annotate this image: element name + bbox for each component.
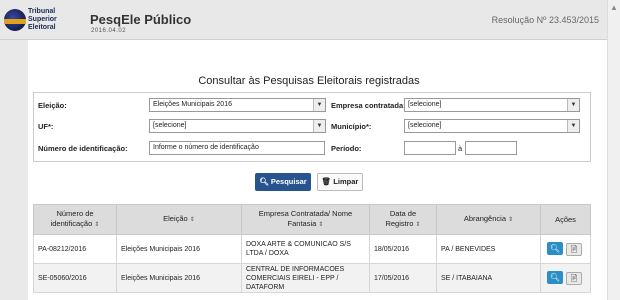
- empresa-label: Empresa contratada:: [331, 101, 406, 110]
- cell-acoes: 🔍︎ 📄︎: [540, 263, 591, 293]
- vertical-scrollbar[interactable]: ▲: [607, 0, 620, 300]
- cell-empresa-line1: CENTRAL DE INFORMACOES: [246, 265, 345, 273]
- search-button[interactable]: 🔍︎ Pesquisar: [255, 173, 311, 191]
- cell-numero: SE-05060/2016: [33, 263, 117, 293]
- main-content: Consultar às Pesquisas Eleitorais regist…: [28, 40, 607, 300]
- table-row: PA-08212/2016 Eleições Municipais 2016 D…: [33, 234, 591, 264]
- sort-icon: ⇕: [94, 222, 100, 228]
- clear-button[interactable]: 🗑︎ Limpar: [317, 173, 363, 191]
- search-button-label: Pesquisar: [270, 177, 307, 186]
- cell-eleicao: Eleições Municipais 2016: [116, 263, 242, 293]
- tse-logo-bar: [4, 19, 26, 24]
- col-eleicao-header[interactable]: Eleição ⇕: [116, 204, 242, 235]
- results-table: Número de identificação ⇕ Eleição ⇕ Empr…: [33, 204, 591, 293]
- logo-line-1: Tribunal: [28, 8, 56, 15]
- uf-label: UF*:: [38, 122, 54, 131]
- col-data-header[interactable]: Data de Registro ⇕: [369, 204, 437, 235]
- search-icon: 🔍︎: [549, 273, 561, 282]
- eleicao-select-value: Eleições Municipais 2016: [153, 101, 232, 108]
- document-button[interactable]: 📄︎: [566, 272, 582, 285]
- periodo-separator: à: [458, 144, 463, 153]
- document-button[interactable]: 📄︎: [566, 243, 582, 256]
- sort-icon: ⇕: [318, 222, 324, 228]
- view-button[interactable]: 🔍︎: [547, 271, 563, 284]
- cell-empresa: DOXA ARTE & COMUNICAO S/S LTDA / DOXA: [241, 234, 370, 264]
- cell-numero: PA-08212/2016: [33, 234, 117, 264]
- clear-button-label: Limpar: [333, 177, 359, 186]
- cell-abrangencia: PA / BENEVIDES: [436, 234, 541, 264]
- search-icon: 🔍︎: [259, 177, 269, 186]
- chevron-down-icon: ▼: [313, 120, 325, 132]
- col-acoes-header: Ações: [540, 204, 591, 235]
- numero-label: Número de identificação:: [38, 144, 128, 153]
- col-numero-line1: Número de: [56, 209, 94, 218]
- search-form: Eleição: Eleições Municipais 2016 ▼ Empr…: [33, 92, 591, 162]
- col-numero-line2: identificação: [50, 219, 93, 228]
- resolution-text: Resolução Nº 23.453/2015: [491, 15, 599, 25]
- col-data-line2: Registro: [385, 219, 414, 228]
- uf-select[interactable]: [selecione] ▼: [149, 119, 326, 133]
- scroll-up-icon[interactable]: ▲: [610, 4, 618, 12]
- empresa-select[interactable]: [selecione] ▼: [404, 98, 580, 112]
- col-data-line1: Data de: [389, 209, 417, 218]
- logo-line-2: Superior: [28, 16, 57, 23]
- cell-data: 17/05/2016: [369, 263, 437, 293]
- col-empresa-line2: Fantasia: [287, 219, 317, 228]
- col-eleicao-label: Eleição: [163, 214, 188, 223]
- chevron-down-icon: ▼: [567, 120, 579, 132]
- cell-empresa-line1: DOXA ARTE & COMUNICAO S/S: [246, 241, 351, 248]
- cell-empresa-line2: LTDA / DOXA: [246, 250, 289, 257]
- cell-empresa-line2: COMERCIAIS EIRELI - EPP /: [246, 274, 339, 282]
- periodo-label: Período:: [331, 144, 362, 153]
- periodo-end-input[interactable]: [465, 141, 517, 155]
- logo-line-3: Eleitoral: [28, 24, 56, 31]
- document-icon: 📄︎: [569, 246, 579, 253]
- page-title: Consultar às Pesquisas Eleitorais regist…: [198, 75, 420, 87]
- table-row: SE-05060/2016 Eleições Municipais 2016 C…: [33, 263, 591, 293]
- col-abrangencia-label: Abrangência: [463, 214, 506, 223]
- municipio-select[interactable]: [selecione] ▼: [404, 119, 580, 133]
- periodo-start-input[interactable]: [404, 141, 456, 155]
- numero-identificacao-input[interactable]: Informe o número de identificação: [149, 141, 325, 155]
- cell-abrangencia: SE / ITABAIANA: [436, 263, 541, 293]
- col-numero-header[interactable]: Número de identificação ⇕: [33, 204, 117, 235]
- search-icon: 🔍︎: [549, 244, 561, 253]
- col-empresa-line1: Empresa Contratada/ Nome: [258, 209, 353, 218]
- col-empresa-header[interactable]: Empresa Contratada/ Nome Fantasia ⇕: [241, 204, 370, 235]
- chevron-down-icon: ▼: [567, 99, 579, 111]
- sort-icon: ⇕: [508, 217, 514, 223]
- chevron-down-icon: ▼: [313, 99, 325, 111]
- cell-eleicao: Eleições Municipais 2016: [116, 234, 242, 264]
- table-header-row: Número de identificação ⇕ Eleição ⇕ Empr…: [33, 204, 591, 235]
- cell-acoes: 🔍︎ 📄︎: [540, 234, 591, 264]
- municipio-label: Município*:: [331, 122, 372, 131]
- sort-icon: ⇕: [415, 222, 421, 228]
- logo-text: Tribunal Superior Eleitoral: [28, 8, 57, 32]
- app-version-date: 2016.04.02: [91, 28, 127, 34]
- col-abrangencia-header[interactable]: Abrangência ⇕: [436, 204, 541, 235]
- uf-select-value: [selecione]: [153, 122, 187, 129]
- eleicao-select[interactable]: Eleições Municipais 2016 ▼: [149, 98, 326, 112]
- empresa-select-value: [selecione]: [408, 101, 442, 108]
- app-header: Tribunal Superior Eleitoral PesqEle Públ…: [0, 0, 607, 40]
- document-icon: 📄︎: [569, 275, 579, 282]
- trash-icon: 🗑︎: [321, 177, 332, 186]
- municipio-select-value: [selecione]: [408, 122, 442, 129]
- cell-empresa-line3: DATAFORM: [246, 283, 285, 291]
- cell-data: 18/05/2016: [369, 234, 437, 264]
- view-button[interactable]: 🔍︎: [547, 242, 563, 255]
- eleicao-label: Eleição:: [38, 101, 67, 110]
- cell-empresa: CENTRAL DE INFORMACOES COMERCIAIS EIRELI…: [241, 263, 370, 293]
- app-title: PesqEle Público: [90, 12, 192, 27]
- sort-icon: ⇕: [189, 217, 195, 223]
